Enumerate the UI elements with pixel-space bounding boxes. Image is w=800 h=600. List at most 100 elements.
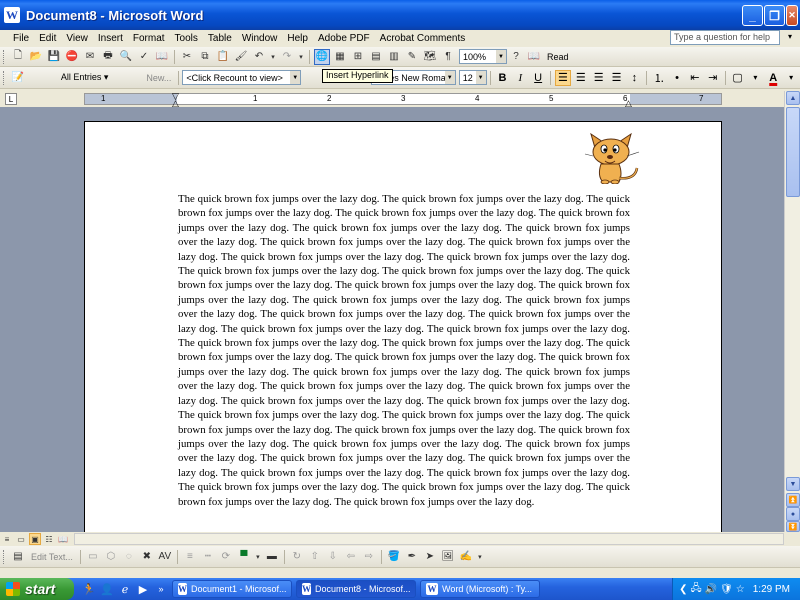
tables-borders-icon[interactable]: ▦ xyxy=(332,49,348,65)
all-entries-button[interactable]: All Entries ▾ xyxy=(57,72,113,83)
volume-icon[interactable]: 🔊 xyxy=(705,584,717,595)
nudge-down-icon[interactable]: ⇩ xyxy=(325,549,341,565)
nudge-left-icon[interactable]: ⇦ xyxy=(343,549,359,565)
zoom-dropdown-icon[interactable]: ▼ xyxy=(496,50,506,63)
menu-window[interactable]: Window xyxy=(237,33,283,44)
quicklaunch-expand-icon[interactable]: » xyxy=(152,580,170,598)
security-icon[interactable]: 🛡 xyxy=(720,584,733,595)
cut-icon[interactable]: ✂ xyxy=(179,49,195,65)
recount-select[interactable]: <Click Recount to view> ▼ xyxy=(182,70,302,85)
font-size-dropdown-icon[interactable]: ▼ xyxy=(475,71,486,84)
decrease-indent-icon[interactable]: ⇤ xyxy=(687,70,703,86)
taskbar-item-document8[interactable]: W Document8 - Microsof... xyxy=(296,580,416,598)
restore-button[interactable]: ❐ xyxy=(764,5,785,26)
email-icon[interactable]: ✉ xyxy=(82,49,98,65)
menu-table[interactable]: Table xyxy=(203,33,237,44)
columns-icon[interactable]: ▥ xyxy=(386,49,402,65)
new-entry-button[interactable]: New... xyxy=(142,73,175,83)
shape-icon[interactable]: ▭ xyxy=(85,549,101,565)
reading-layout-icon[interactable]: 📖 xyxy=(57,533,69,545)
read-button[interactable]: Read xyxy=(543,52,573,62)
font-color-icon[interactable]: A xyxy=(765,70,781,86)
dash-style-icon[interactable]: ┅ xyxy=(200,549,216,565)
align-center-icon[interactable]: ☰ xyxy=(573,70,589,86)
insert-hyperlink-icon[interactable]: 🌐 xyxy=(314,48,330,65)
zoom-select[interactable]: 100% ▼ xyxy=(459,49,507,64)
more-icon[interactable]: ✍ xyxy=(458,549,474,565)
autotext-icon[interactable]: 📝 xyxy=(10,70,26,86)
word-app-icon[interactable]: W xyxy=(4,7,20,23)
borders-icon[interactable]: ▢ xyxy=(730,70,746,86)
fill-color-icon[interactable]: ▀ xyxy=(236,549,252,565)
fill-dropdown-icon[interactable]: ▾ xyxy=(254,549,262,565)
messenger-icon[interactable]: 🏃 xyxy=(80,580,98,598)
show-hide-icon[interactable]: ¶ xyxy=(440,49,456,65)
previous-page-icon[interactable]: ⏫ xyxy=(786,493,800,507)
tab-selector[interactable]: L xyxy=(5,93,17,105)
edit-text-button[interactable]: Edit Text... xyxy=(27,552,77,562)
toolbar-grip[interactable] xyxy=(3,49,6,64)
fill-bucket-icon[interactable]: 🪣 xyxy=(386,549,402,565)
menu-insert[interactable]: Insert xyxy=(93,33,128,44)
line-spacing-icon[interactable]: ↕ xyxy=(626,70,642,86)
line-color-icon[interactable]: ▬ xyxy=(264,549,280,565)
scroll-up-icon[interactable]: ▲ xyxy=(786,91,800,105)
copy-icon[interactable]: ⧉ xyxy=(197,49,213,65)
justify-icon[interactable]: ☰ xyxy=(609,70,625,86)
clock[interactable]: 1:29 PM xyxy=(753,584,790,595)
arrow-icon[interactable]: ➤ xyxy=(422,549,438,565)
menu-tools[interactable]: Tools xyxy=(170,33,203,44)
print-icon[interactable]: 🖶 xyxy=(100,49,116,65)
toolbar-grip[interactable] xyxy=(3,549,6,564)
horizontal-scrollbar[interactable] xyxy=(74,533,784,545)
vertical-scrollbar[interactable]: ▲ ▼ ⏫ ● ⏬ xyxy=(784,91,800,532)
font-size-select[interactable]: 12 ▼ xyxy=(458,70,487,85)
menu-adobe-pdf[interactable]: Adobe PDF xyxy=(313,33,375,44)
research-icon[interactable]: 📖 xyxy=(154,49,170,65)
menu-edit[interactable]: Edit xyxy=(34,33,61,44)
undo-dropdown-icon[interactable]: ▾ xyxy=(269,49,277,65)
wrap-icon[interactable]: ⟳ xyxy=(218,549,234,565)
horizontal-ruler[interactable]: 1 1 2 3 4 5 6 7 ▽ △ △ xyxy=(84,91,722,108)
nudge-right-icon[interactable]: ⇨ xyxy=(361,549,377,565)
insert-excel-icon[interactable]: ▤ xyxy=(368,49,384,65)
close-button[interactable]: ✕ xyxy=(786,5,798,26)
spelling-icon[interactable]: ✓ xyxy=(136,49,152,65)
highlight-icon[interactable]: ▾ xyxy=(747,70,763,86)
toolbar-options-icon[interactable]: ▾ xyxy=(476,549,484,565)
line-style-icon[interactable]: ≡ xyxy=(182,549,198,565)
text-box-icon[interactable]: ▤ xyxy=(10,549,26,565)
italic-button[interactable]: I xyxy=(512,70,528,86)
document-page[interactable]: The quick brown fox jumps over the lazy … xyxy=(84,121,722,532)
pen-icon[interactable]: ✒ xyxy=(404,549,420,565)
align-left-icon[interactable]: ☰ xyxy=(555,69,571,86)
next-page-icon[interactable]: ⏬ xyxy=(786,521,800,532)
spacing-icon[interactable]: AV xyxy=(157,549,173,565)
taskbar-item-word-typing[interactable]: W Word (Microsoft) : Ty... xyxy=(420,580,540,598)
insert-table-icon[interactable]: ⊞ xyxy=(350,49,366,65)
scroll-thumb[interactable] xyxy=(786,107,800,197)
alternative-shapes-icon[interactable]: ⬡ xyxy=(103,549,119,565)
recount-dropdown-icon[interactable]: ▼ xyxy=(290,71,301,84)
menu-view[interactable]: View xyxy=(61,33,93,44)
web-layout-icon[interactable]: ▭ xyxy=(15,533,27,545)
print-preview-icon[interactable]: 🔍 xyxy=(118,49,134,65)
select-browse-object-icon[interactable]: ● xyxy=(786,507,800,521)
body-paragraph[interactable]: The quick brown fox jumps over the lazy … xyxy=(178,192,630,509)
numbering-icon[interactable]: ⒈ xyxy=(651,70,667,86)
document-map-icon[interactable]: 🗺 xyxy=(422,49,438,65)
minimize-button[interactable]: _ xyxy=(742,5,763,26)
align-right-icon[interactable]: ☰ xyxy=(591,70,607,86)
format-painter-icon[interactable]: 🖌 xyxy=(233,49,249,65)
toolbar-grip[interactable] xyxy=(3,70,6,85)
increase-indent-icon[interactable]: ⇥ xyxy=(705,70,721,86)
menu-help[interactable]: Help xyxy=(282,33,313,44)
open-icon[interactable]: 📂 xyxy=(28,49,44,65)
star-icon[interactable]: ☆ xyxy=(736,584,745,595)
permission-icon[interactable]: ⛔ xyxy=(64,49,80,65)
nudge-up-icon[interactable]: ⇧ xyxy=(307,549,323,565)
cat-clipart-image[interactable] xyxy=(583,130,645,184)
help-icon[interactable]: ? xyxy=(508,49,524,65)
network-icon[interactable]: 🖧 xyxy=(690,581,701,598)
ask-dropdown-icon[interactable]: ▾ xyxy=(788,32,792,41)
